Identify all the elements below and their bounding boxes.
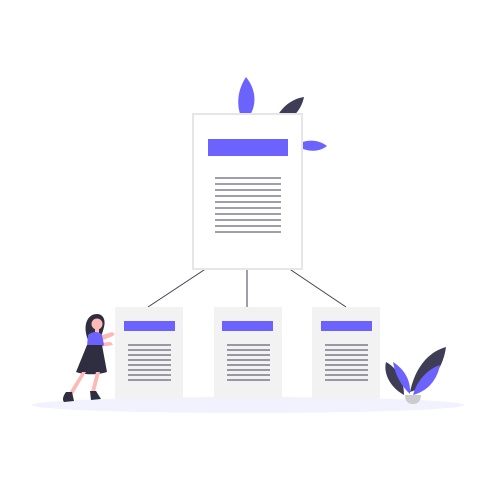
child-document [214, 307, 282, 399]
plant-icon [385, 347, 446, 404]
child-document [312, 307, 380, 399]
illustration-canvas [32, 77, 464, 413]
child-document-title-bar [321, 321, 372, 331]
illustration [0, 0, 495, 495]
child-document-title-bar [222, 321, 273, 331]
child-document-title-bar [124, 321, 175, 331]
hierarchy-connectors [147, 267, 347, 308]
child-document [115, 307, 183, 399]
parent-document [192, 113, 303, 270]
woman-pushing-icon [62, 314, 115, 402]
parent-document-title-bar [208, 139, 288, 156]
